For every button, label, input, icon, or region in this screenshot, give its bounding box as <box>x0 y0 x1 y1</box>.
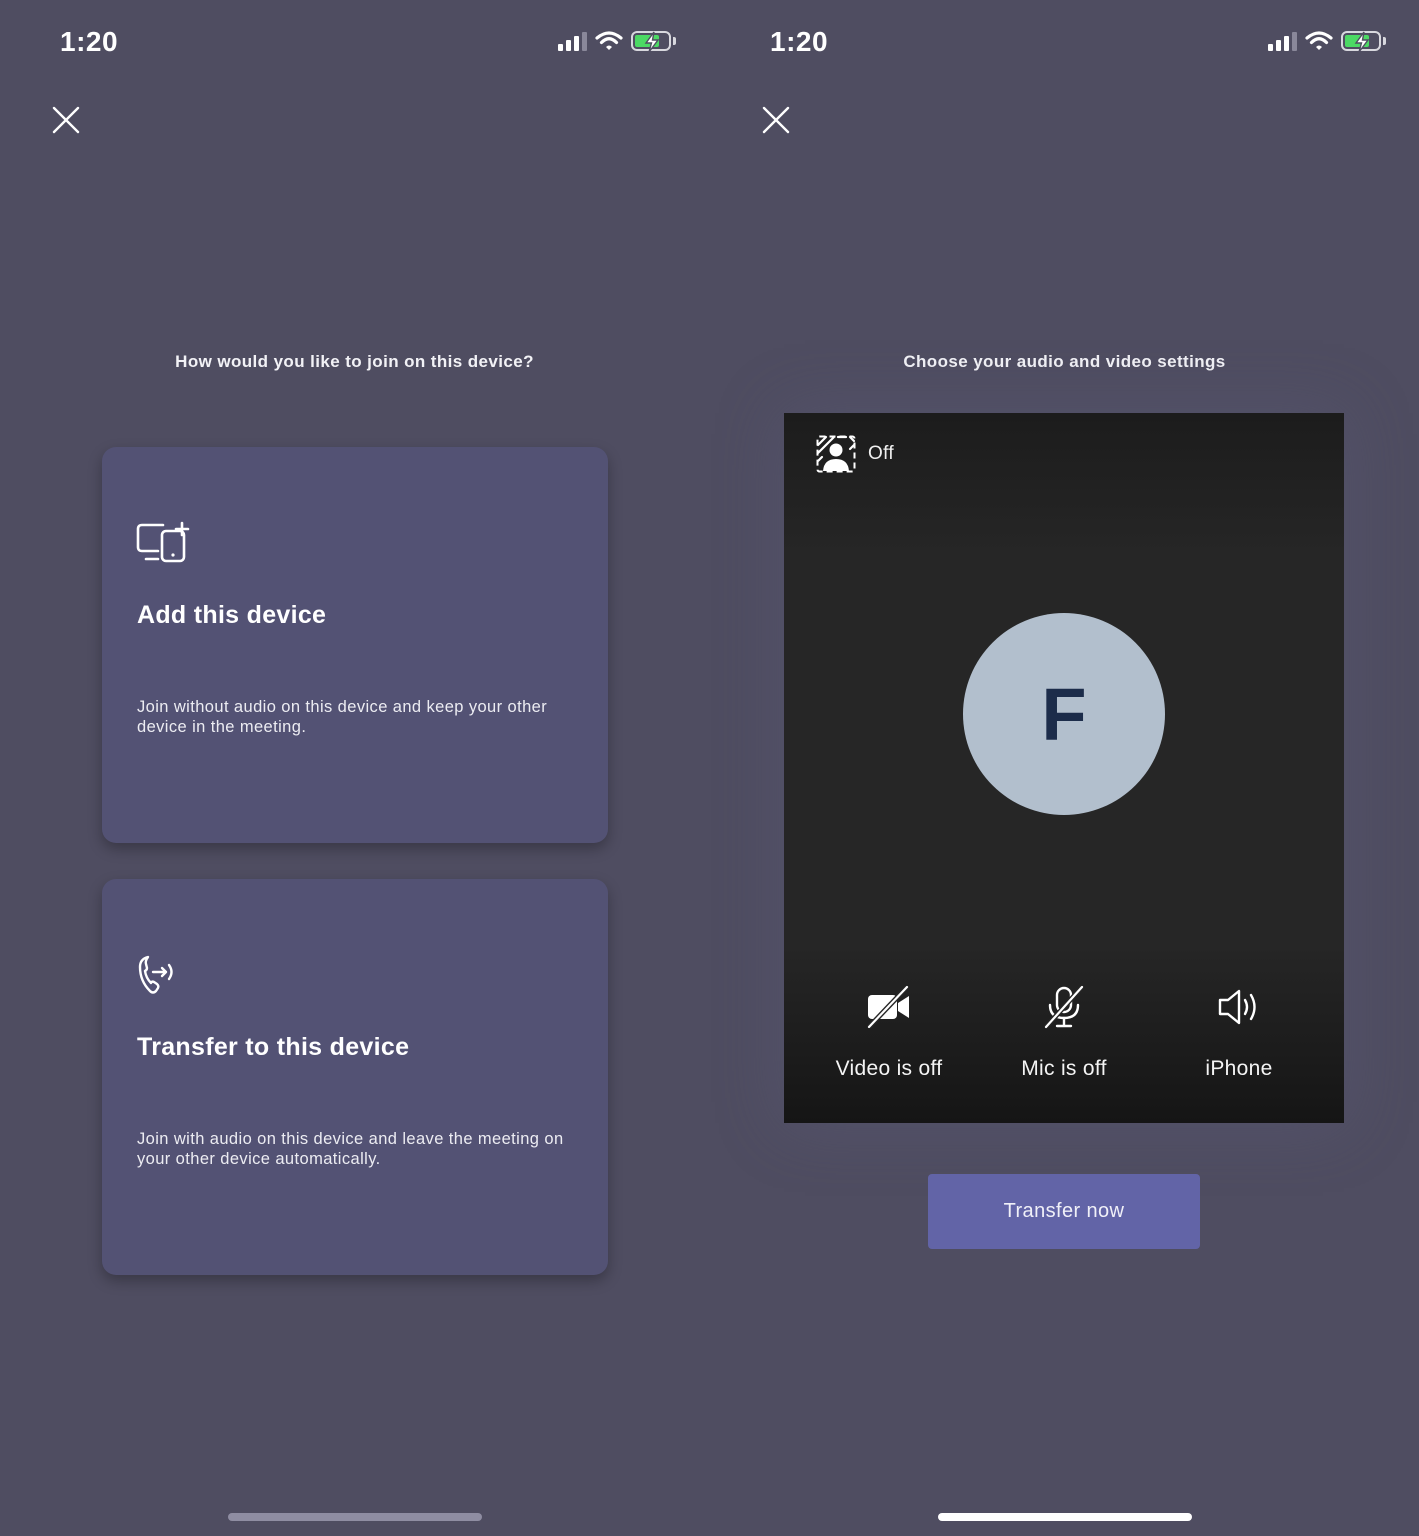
status-icons <box>558 30 676 53</box>
battery-charging-icon <box>1341 31 1381 53</box>
video-off-icon <box>867 985 909 1029</box>
add-device-icon <box>136 521 190 563</box>
close-icon <box>52 106 80 134</box>
phone-transfer-icon <box>138 955 173 994</box>
battery-tip <box>673 37 676 45</box>
mic-off-icon <box>1044 985 1084 1029</box>
close-icon <box>762 106 790 134</box>
speaker-icon <box>1218 989 1256 1025</box>
avatar: F <box>963 613 1165 815</box>
close-button[interactable] <box>50 104 82 136</box>
transfer-now-button[interactable]: Transfer now <box>928 1174 1200 1249</box>
close-button[interactable] <box>760 104 792 136</box>
wifi-icon <box>1305 31 1333 50</box>
card-description: Join without audio on this device and ke… <box>137 698 548 736</box>
page-title: How would you like to join on this devic… <box>175 352 534 371</box>
signal-icon <box>1268 31 1297 51</box>
card-title: Transfer to this device <box>137 1033 410 1061</box>
battery-tip <box>1383 37 1386 45</box>
home-indicator[interactable] <box>228 1513 482 1521</box>
signal-icon <box>558 31 587 51</box>
page-title: Choose your audio and video settings <box>903 352 1226 371</box>
audio-output-button[interactable]: iPhone <box>1149 985 1329 1081</box>
background-effects-toggle[interactable]: Off <box>816 435 894 473</box>
mic-status-label: Mic is off <box>1021 1057 1107 1080</box>
add-device-card[interactable]: Add this device Join without audio on th… <box>102 447 608 843</box>
video-preview: Off F Video is off Mic is off iPhone <box>784 413 1344 1123</box>
card-title: Add this device <box>137 601 327 629</box>
video-status-label: Video is off <box>835 1057 943 1080</box>
battery-charging-icon <box>631 31 671 53</box>
audio-output-label: iPhone <box>1205 1057 1273 1080</box>
background-effects-icon <box>816 435 856 473</box>
transfer-device-card[interactable]: Transfer to this device Join with audio … <box>102 879 608 1275</box>
wifi-icon <box>595 31 623 50</box>
status-time: 1:20 <box>60 26 119 57</box>
home-indicator[interactable] <box>938 1513 1192 1521</box>
status-icons <box>1268 30 1386 53</box>
join-options-screen: 1:20 How would you like to join on this … <box>0 0 709 1536</box>
background-effects-label: Off <box>868 443 894 464</box>
card-description: Join with audio on this device and leave… <box>137 1130 564 1168</box>
mic-toggle-button[interactable]: Mic is off <box>974 985 1154 1081</box>
video-toggle-button[interactable]: Video is off <box>799 985 979 1081</box>
avatar-initial: F <box>1041 672 1087 756</box>
audio-video-settings-screen: 1:20 Choose your audio and video setting… <box>710 0 1419 1536</box>
status-time: 1:20 <box>770 26 829 57</box>
